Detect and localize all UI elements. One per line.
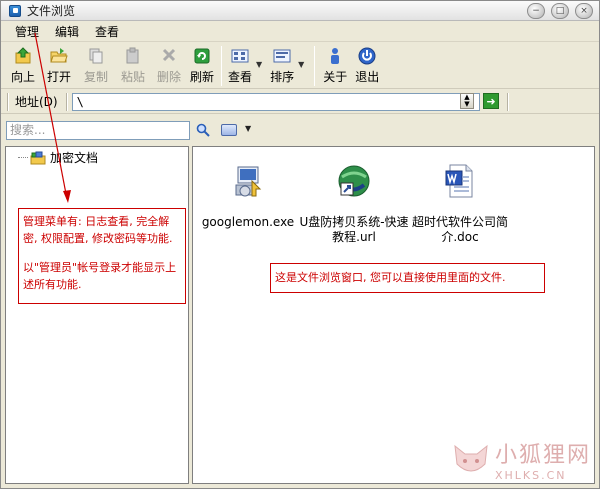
copy-button[interactable]: 复制: [77, 43, 115, 87]
toolbar-separator: [221, 46, 222, 86]
paste-button[interactable]: 粘贴: [115, 43, 151, 87]
address-separator: [65, 92, 68, 111]
menu-edit[interactable]: 编辑: [47, 23, 87, 41]
app-shield-icon: [9, 4, 21, 17]
watermark: 小狐狸网 XHLKS.CN: [451, 437, 591, 482]
file-item[interactable]: 超时代软件公司简介.doc: [405, 163, 515, 245]
search-input[interactable]: 搜索...: [6, 121, 190, 140]
address-bar: 地址(D) \ ▲ ▼ ➜: [1, 90, 599, 114]
maximize-button[interactable]: □: [551, 3, 569, 19]
tree-connector: [18, 157, 28, 158]
search-bar: 搜索... ▼: [1, 118, 599, 142]
installer-icon: [230, 163, 266, 199]
search-icon[interactable]: [196, 123, 210, 137]
address-label: 地址(D): [15, 95, 58, 109]
title-bar: 文件浏览 − □ ×: [1, 1, 599, 21]
toolbar-separator: [314, 46, 316, 86]
sort-button[interactable]: 排序: [268, 43, 296, 87]
watermark-domain: XHLKS.CN: [494, 469, 567, 482]
browse-annotation-text: 这是文件浏览窗口, 您可以直接使用里面的文件.: [275, 271, 506, 284]
folder-up-icon: [14, 47, 32, 65]
menu-annotation-box: 管理菜单有: 日志查看, 完全解密, 权限配置, 修改密码等功能. 以"管理员"…: [18, 208, 186, 304]
refresh-icon: [193, 47, 211, 65]
file-item[interactable]: googlemon.exe: [193, 163, 303, 230]
folder-tree-pane: 加密文档 管理菜单有: 日志查看, 完全解密, 权限配置, 修改密码等功能. 以…: [5, 146, 189, 484]
up-button[interactable]: 向上: [5, 43, 41, 87]
folder-open-icon: [50, 47, 68, 65]
toolbar: 向上 打开 复制 粘贴 删除 刷新 查看 ▼ 排序 ▼ 关于 退出: [1, 43, 599, 89]
window-controls: − □ ×: [527, 3, 593, 19]
address-dropdown-icon[interactable]: ▲ ▼: [460, 93, 474, 109]
file-name: U盘防拷贝系统-快速教程.url: [299, 215, 409, 244]
minimize-button[interactable]: −: [527, 3, 545, 19]
menu-annotation-text-2: 以"管理员"帐号登录才能显示上述所有功能.: [23, 261, 177, 291]
watermark-title: 小狐狸网: [494, 443, 591, 468]
encrypted-folder-icon: [30, 151, 46, 165]
about-button[interactable]: 关于: [319, 43, 351, 87]
sort-icon: [273, 47, 291, 65]
paste-icon: [124, 47, 142, 65]
menu-view[interactable]: 查看: [87, 23, 127, 41]
user-info-icon: [326, 47, 344, 65]
file-browser-window: 文件浏览 − □ × 管理 编辑 查看 向上 打开 复制 粘贴 删除 刷新 查看…: [0, 0, 600, 489]
copy-icon: [87, 47, 105, 65]
address-grip: [7, 92, 9, 111]
sort-dropdown-icon[interactable]: ▼: [298, 60, 304, 69]
url-icon: [336, 163, 372, 199]
fox-logo-icon: [454, 444, 488, 471]
file-name: 超时代软件公司简介.doc: [411, 215, 508, 244]
view-grid-icon: [231, 47, 249, 65]
view-mode-button[interactable]: 查看: [226, 43, 254, 87]
menu-manage[interactable]: 管理: [7, 23, 47, 41]
delete-button[interactable]: 删除: [151, 43, 187, 87]
tree-item-encrypted-docs[interactable]: 加密文档: [18, 149, 98, 166]
delete-icon: [160, 47, 178, 65]
open-button[interactable]: 打开: [41, 43, 77, 87]
view-list-icon[interactable]: [221, 124, 237, 136]
file-list-pane: googlemon.exe U盘防拷贝系统-快速教程.url 超时代软件公司简介…: [192, 146, 595, 484]
tree-item-label: 加密文档: [50, 151, 99, 165]
word-doc-icon: [442, 163, 478, 199]
go-arrow-icon[interactable]: ➜: [483, 93, 499, 109]
file-name: googlemon.exe: [201, 215, 295, 229]
close-button[interactable]: ×: [575, 3, 593, 19]
view-list-dropdown-icon[interactable]: ▼: [245, 124, 251, 133]
file-item[interactable]: U盘防拷贝系统-快速教程.url: [299, 163, 409, 245]
refresh-button[interactable]: 刷新: [187, 43, 217, 87]
view-dropdown-icon[interactable]: ▼: [256, 60, 262, 69]
window-title: 文件浏览: [27, 4, 76, 18]
address-input[interactable]: \: [71, 92, 480, 111]
menu-annotation-text: 管理菜单有: 日志查看, 完全解密, 权限配置, 修改密码等功能.: [23, 215, 173, 245]
power-icon: [358, 47, 376, 65]
address-separator-end: [507, 93, 509, 111]
menu-bar: 管理 编辑 查看: [1, 22, 599, 42]
exit-button[interactable]: 退出: [351, 43, 383, 87]
browse-annotation-box: 这是文件浏览窗口, 您可以直接使用里面的文件.: [270, 263, 545, 293]
